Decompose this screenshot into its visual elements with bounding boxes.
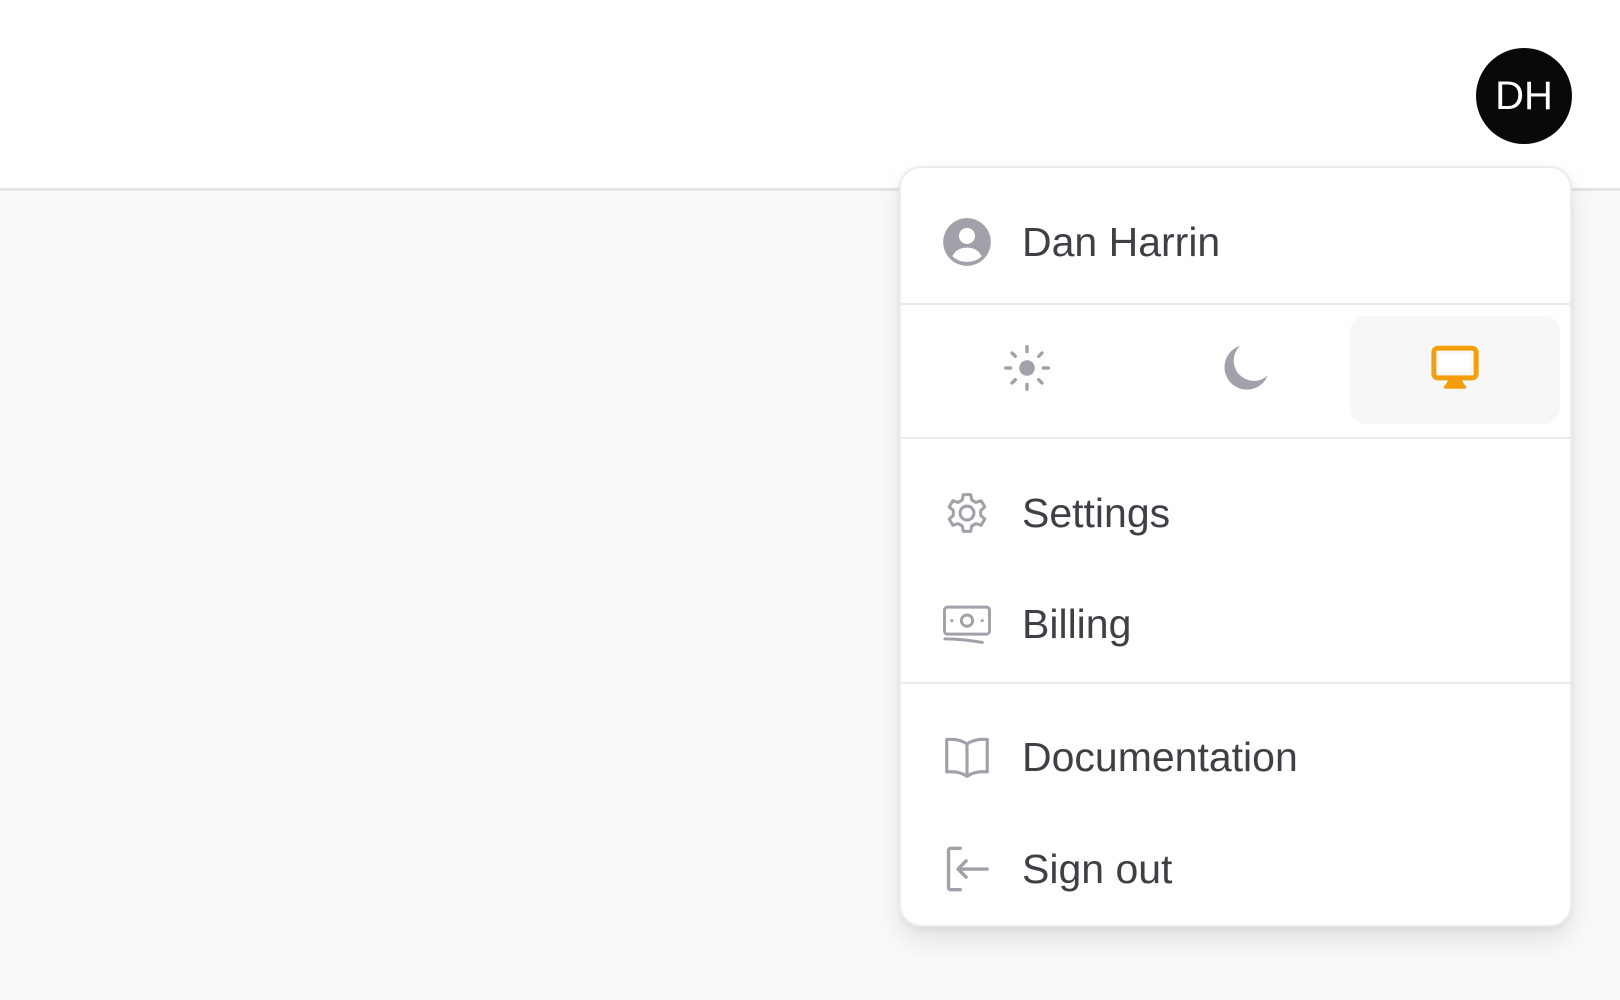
documentation-item[interactable]: Documentation: [901, 701, 1570, 813]
theme-system-button[interactable]: [1350, 316, 1560, 424]
sign-out-item[interactable]: Sign out: [901, 813, 1570, 925]
gear-icon: [940, 486, 994, 540]
menu-divider: [901, 682, 1570, 684]
sun-icon: [1001, 342, 1053, 399]
menu-divider: [901, 303, 1570, 305]
banknotes-icon: [940, 597, 994, 651]
user-name-label: Dan Harrin: [1022, 218, 1221, 265]
top-bar: DH: [0, 0, 1620, 191]
theme-dark-button[interactable]: [1141, 316, 1351, 424]
user-profile-item[interactable]: Dan Harrin: [901, 196, 1570, 288]
user-avatar-button[interactable]: DH: [1476, 48, 1572, 144]
theme-switcher: [913, 316, 1560, 424]
menu-divider: [901, 437, 1570, 439]
settings-label: Settings: [1022, 489, 1171, 536]
user-menu-dropdown: Dan Harrin Settings Billing Documentatio…: [899, 166, 1572, 927]
sign-out-icon: [940, 842, 994, 896]
sign-out-label: Sign out: [1022, 845, 1173, 892]
moon-icon: [1218, 340, 1274, 401]
computer-desktop-icon: [1428, 341, 1482, 400]
billing-item[interactable]: Billing: [901, 568, 1570, 680]
settings-item[interactable]: Settings: [901, 458, 1570, 568]
billing-label: Billing: [1022, 600, 1132, 647]
book-open-icon: [940, 730, 994, 784]
documentation-label: Documentation: [1022, 733, 1298, 780]
theme-light-button[interactable]: [922, 316, 1132, 424]
user-circle-icon: [940, 215, 994, 269]
